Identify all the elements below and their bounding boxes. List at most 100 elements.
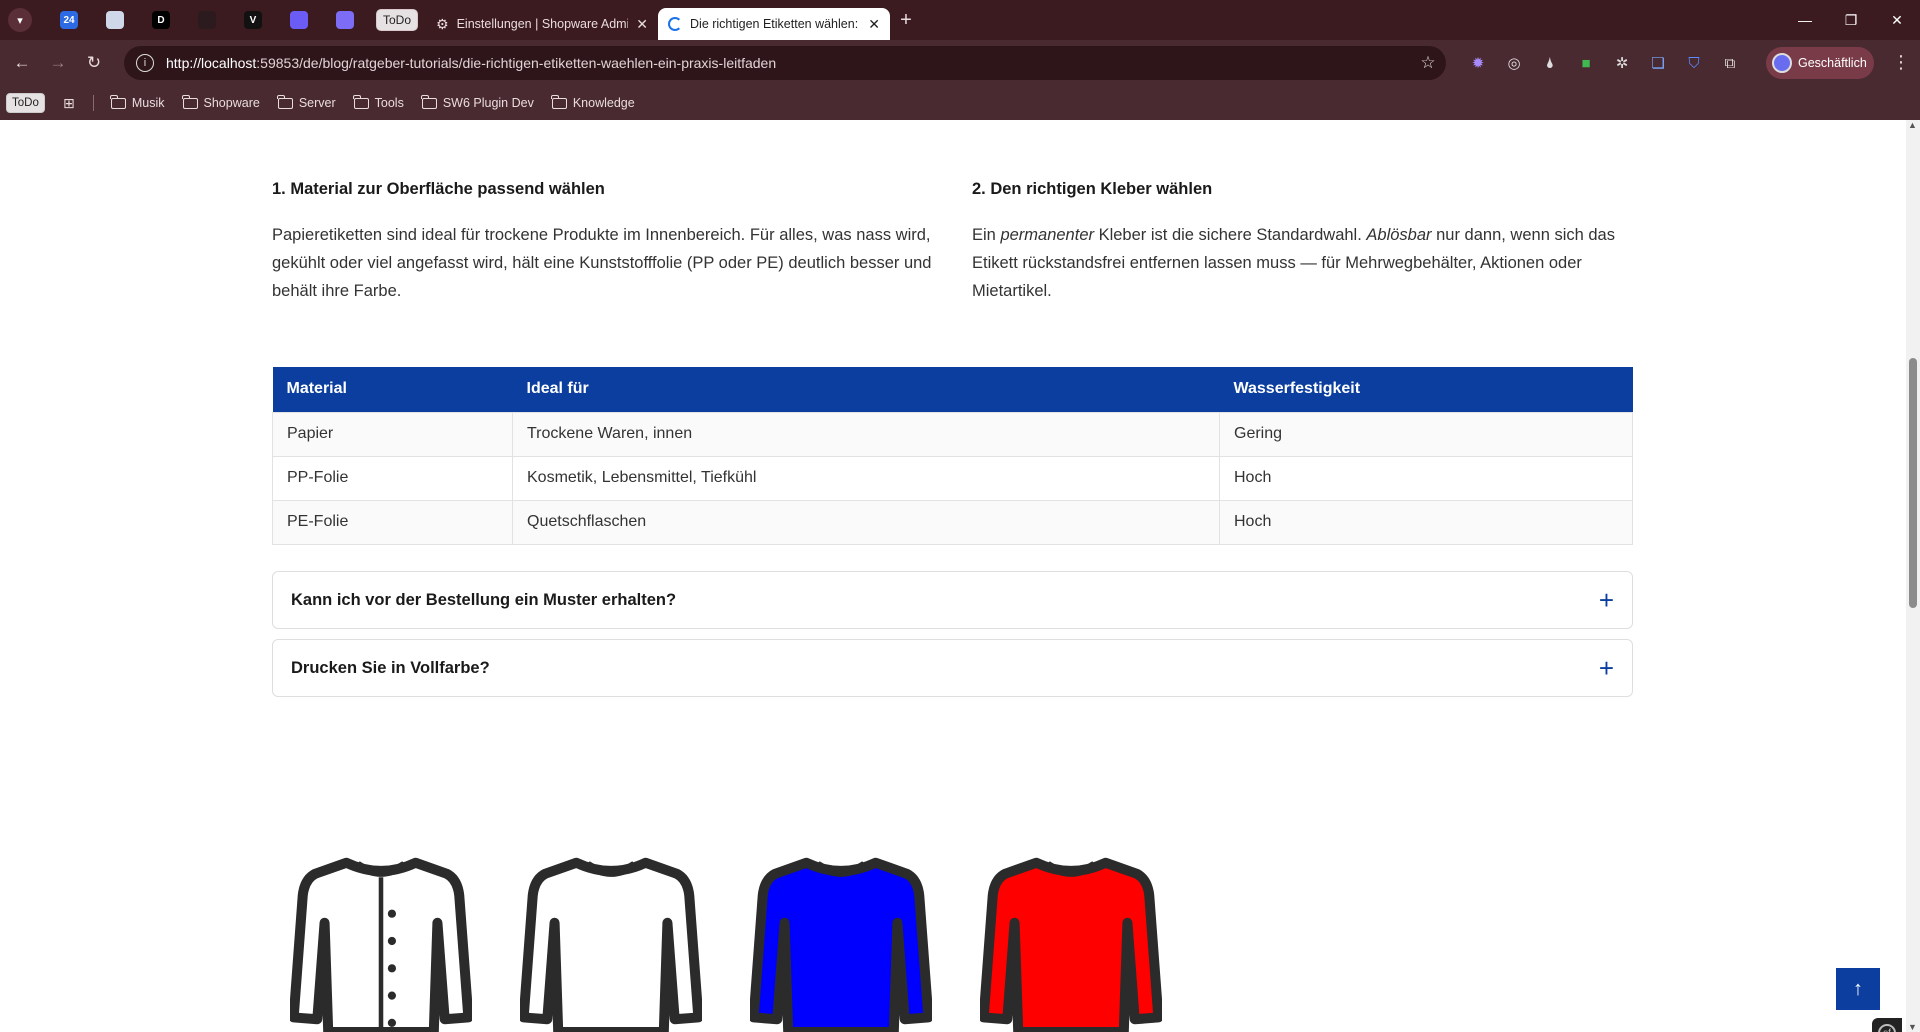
bookmark-folder[interactable]: Shopware (174, 94, 269, 110)
table-cell: Hoch (1219, 499, 1633, 545)
table-cell: PP-Folie (272, 455, 513, 501)
bookmark-folders: Musik Shopware Server Tools SW6 Plugin Dev Kn… (102, 94, 644, 110)
bookmark-folder[interactable]: Server (269, 94, 345, 110)
bookmark-folder[interactable]: Tools (345, 94, 413, 110)
pinned-tabs: 24 D V (46, 0, 368, 40)
plus-icon[interactable]: + (1599, 655, 1614, 681)
restore-icon[interactable]: ❐ (1828, 0, 1874, 40)
tab-strip: ▾ 24 D V ToDo ⚙ Einstellungen | Shopware A… (0, 0, 1920, 40)
bookmark-label: Server (298, 96, 336, 110)
scroll-down-arrow-icon[interactable]: ▼ (1908, 1022, 1917, 1032)
text-run: Ein (972, 226, 1001, 244)
proton-icon (290, 11, 308, 29)
bookmarks-divider (92, 95, 94, 111)
extension-copy-icon[interactable]: ❏ (1640, 45, 1676, 81)
pinned-tab[interactable]: V (230, 0, 276, 40)
section-text: Ein permanenter Kleber ist die sichere S… (972, 221, 1632, 305)
new-tab-button[interactable]: + (890, 9, 922, 32)
address-bar[interactable]: i http://localhost:59853/de/blog/ratgebe… (124, 46, 1446, 80)
folder-icon (182, 94, 198, 109)
bookmark-label: SW6 Plugin Dev (442, 96, 534, 110)
table-row: Papier Trockene Waren, innen Gering (272, 411, 1633, 457)
close-icon[interactable]: ✕ (868, 16, 880, 33)
pinned-tab-todo[interactable]: ToDo (376, 9, 419, 31)
table-row: PE-Folie Quetschflaschen Hoch (272, 499, 1633, 545)
extension-gear-icon[interactable]: ✹ (1460, 45, 1496, 81)
faq-question: Drucken Sie in Vollfarbe? (291, 658, 490, 677)
scroll-up-arrow-icon[interactable]: ▲ (1908, 120, 1917, 130)
pinned-tab[interactable] (92, 0, 138, 40)
table-cell: PE-Folie (272, 499, 513, 545)
bookmark-todo[interactable]: ToDo (6, 93, 45, 113)
pinned-tab[interactable]: D (138, 0, 184, 40)
v-logo-icon: V (244, 11, 262, 29)
column-adhesive: 2. Den richtigen Kleber wählen Ein perma… (972, 180, 1632, 305)
extensions-area: ✹ ◎ 🌢 ■ ✲ ❏ ⛉ ⧉ (1460, 45, 1748, 81)
tab-active-article[interactable]: Die richtigen Etiketten wählen: Ein Prax… (658, 8, 891, 40)
pinned-tab[interactable] (276, 0, 322, 40)
github-icon (198, 11, 216, 29)
bookmark-label: Shopware (203, 96, 260, 110)
shirt-gallery (290, 850, 1162, 1032)
shirt-icon (290, 857, 472, 1032)
tab-search-dropdown-icon[interactable]: ▾ (8, 8, 32, 32)
page-scrollbar[interactable]: ▲ ▼ (1906, 120, 1920, 1032)
kebab-menu-icon[interactable]: ⋮ (1892, 52, 1910, 73)
profile-button[interactable]: Geschäftlich (1766, 47, 1874, 79)
symfony-toolbar-icon[interactable]: sf (1872, 1018, 1902, 1032)
back-arrow-icon[interactable]: ← (4, 45, 40, 81)
table-cell: Kosmetik, Lebensmittel, Tiefkühl (512, 455, 1220, 501)
plus-icon[interactable]: + (1599, 587, 1614, 613)
scrollbar-thumb[interactable] (1909, 358, 1917, 608)
material-table: Material Ideal für Wasserfestigkeit Papi… (272, 367, 1633, 545)
forward-arrow-icon[interactable]: → (40, 45, 76, 81)
extension-bug-icon[interactable]: ✲ (1604, 45, 1640, 81)
text-run: Kleber ist die sichere Standardwahl. (1094, 226, 1367, 244)
bookmarks-bar: ToDo ⊞ Musik Shopware Server Tools SW6 Plugi… (0, 86, 1920, 120)
tab-shopware-admin[interactable]: ⚙ Einstellungen | Shopware Admin ✕ (426, 8, 658, 40)
table-row: PP-Folie Kosmetik, Lebensmittel, Tiefkühl… (272, 455, 1633, 501)
extension-drop-icon[interactable]: 🌢 (1532, 45, 1568, 81)
avatar (1772, 53, 1792, 73)
extension-glasses-icon[interactable]: ◎ (1496, 45, 1532, 81)
window-controls: — ❐ ✕ (1782, 0, 1920, 40)
browser-toolbar: ← → ↻ i http://localhost:59853/de/blog/r… (0, 40, 1920, 86)
close-window-icon[interactable]: ✕ (1874, 0, 1920, 40)
loading-spinner-icon (668, 17, 683, 31)
pinned-tab[interactable] (184, 0, 230, 40)
close-icon[interactable]: ✕ (636, 16, 648, 33)
scroll-to-top-button[interactable]: ↑ (1836, 968, 1880, 1010)
url-path: :59853/de/blog/ratgeber-tutorials/die-ri… (256, 55, 777, 71)
table-cell: Papier (272, 411, 513, 457)
column-header: Material (272, 367, 513, 412)
extension-on-icon[interactable]: ■ (1568, 45, 1604, 81)
emphasis: Ablösbar (1366, 226, 1432, 244)
column-header: Wasserfestigkeit (1219, 367, 1633, 412)
bookmark-folder[interactable]: SW6 Plugin Dev (413, 94, 543, 110)
pinned-tab[interactable] (322, 0, 368, 40)
pinned-tab[interactable]: 24 (46, 0, 92, 40)
profile-label: Geschäftlich (1798, 56, 1867, 70)
table-cell: Hoch (1219, 455, 1633, 501)
extensions-puzzle-icon[interactable]: ⧉ (1712, 45, 1748, 81)
calendar-24-icon: 24 (60, 11, 78, 29)
reload-icon[interactable]: ↻ (76, 45, 112, 81)
bookmark-folder[interactable]: Knowledge (543, 94, 644, 110)
url-text[interactable]: http://localhost:59853/de/blog/ratgeber-… (166, 55, 1410, 71)
orb-icon (336, 11, 354, 29)
folder-icon (421, 94, 437, 109)
table-cell: Gering (1219, 411, 1633, 457)
column-header: Ideal für (512, 367, 1220, 412)
faq-item-sample[interactable]: Kann ich vor der Bestellung ein Muster e… (272, 571, 1633, 629)
apps-grid-icon[interactable]: ⊞ (53, 95, 85, 112)
faq-item-fullcolor[interactable]: Drucken Sie in Vollfarbe? + (272, 639, 1633, 697)
minimize-icon[interactable]: — (1782, 0, 1828, 40)
table-header-row: Material Ideal für Wasserfestigkeit (272, 367, 1633, 412)
site-info-icon[interactable]: i (136, 54, 154, 72)
table-cell: Quetschflaschen (512, 499, 1220, 545)
folder-icon (277, 94, 293, 109)
bookmark-star-icon[interactable]: ☆ (1410, 53, 1446, 73)
bookmark-folder[interactable]: Musik (102, 94, 174, 110)
extension-shield-icon[interactable]: ⛉ (1676, 45, 1712, 81)
shirt-icon (750, 857, 932, 1032)
